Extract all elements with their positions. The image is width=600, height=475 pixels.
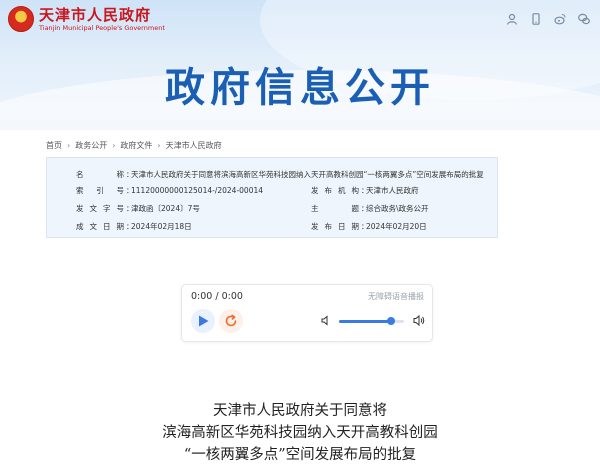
tts-label[interactable]: 无障碍语音播报: [368, 291, 424, 302]
volume-slider[interactable]: [339, 317, 404, 325]
info-value-index-no: 11120000000125014-/2024-00014: [131, 186, 264, 195]
info-value-topic: 综合政务\政务公开: [366, 204, 429, 213]
info-value-doc-no: 津政函〔2024〕7号: [131, 204, 200, 213]
breadcrumb-item-gov-affairs[interactable]: 政务公开: [75, 140, 107, 151]
info-value-published: 2024年02月20日: [366, 222, 427, 231]
info-label: 发布机构: [311, 186, 359, 195]
breadcrumb-home[interactable]: 首页: [46, 140, 62, 151]
info-label: 名称: [76, 170, 124, 179]
logo-text: 天津市人民政府 Tianjin Municipal People's Gover…: [39, 5, 165, 32]
mobile-icon[interactable]: [530, 10, 542, 25]
breadcrumb: 首页 › 政务公开 › 政府文件 › 天津市人民政府: [46, 140, 222, 151]
info-value-created: 2024年02月18日: [131, 222, 192, 231]
national-emblem-icon: [8, 6, 34, 32]
volume-high-icon[interactable]: [413, 314, 425, 327]
volume-slider-knob[interactable]: [387, 317, 395, 325]
loop-button[interactable]: [219, 309, 243, 333]
site-logo[interactable]: 天津市人民政府 Tianjin Municipal People's Gover…: [8, 6, 165, 32]
info-row-docno: 发文字号 ： 津政函〔2024〕7号 主题 ： 综合政务\政务公开: [47, 201, 497, 216]
loop-icon: [225, 314, 237, 327]
play-icon: [199, 315, 209, 327]
banner-bottom-strip: [0, 120, 600, 130]
info-value-publisher: 天津市人民政府: [366, 186, 419, 195]
document-title-line: “一核两翼多点”空间发展布局的批复: [183, 447, 417, 463]
document-title-line: 天津市人民政府关于同意将: [213, 403, 387, 419]
breadcrumb-item-gov-documents[interactable]: 政府文件: [120, 140, 152, 151]
wechat-icon[interactable]: [578, 10, 590, 25]
weibo-icon[interactable]: [554, 10, 566, 25]
info-label: 发文字号: [76, 204, 124, 213]
info-label: 成文日期: [76, 222, 124, 231]
info-label: 索引号: [76, 186, 124, 195]
info-row-name: 名称 ： 天津市人民政府关于同意将滨海高新区华苑科技园纳入天开高教科创园“一核两…: [47, 167, 497, 182]
info-row-dates: 成文日期 ： 2024年02月18日 发布日期 ： 2024年02月20日: [47, 219, 497, 234]
info-row-index: 索引号 ： 11120000000125014-/2024-00014 发布机构…: [47, 183, 497, 198]
header-banner: 天津市人民政府 Tianjin Municipal People's Gover…: [0, 0, 600, 130]
volume-slider-fill: [339, 320, 391, 323]
top-icon-bar: [506, 10, 590, 25]
document-info-table: 名称 ： 天津市人民政府关于同意将滨海高新区华苑科技园纳入天开高教科创园“一核两…: [46, 157, 498, 238]
audio-player: 0:00 / 0:00 无障碍语音播报: [181, 284, 433, 342]
info-label: 主题: [311, 204, 359, 213]
page: 天津市人民政府 Tianjin Municipal People's Gover…: [0, 0, 600, 475]
site-name-cn: 天津市人民政府: [39, 5, 152, 24]
user-icon[interactable]: [506, 10, 518, 25]
breadcrumb-separator: ›: [67, 141, 71, 150]
document-title: 天津市人民政府关于同意将 滨海高新区华苑科技园纳入天开高教科创园 “一核两翼多点…: [0, 400, 600, 466]
audio-time: 0:00 / 0:00: [191, 291, 243, 302]
volume-low-icon[interactable]: [321, 315, 331, 326]
breadcrumb-separator: ›: [112, 141, 116, 150]
document-title-line: 滨海高新区华苑科技园纳入天开高教科创园: [162, 425, 438, 441]
info-value-name: 天津市人民政府关于同意将滨海高新区华苑科技园纳入天开高教科创园“一核两翼多点”空…: [131, 170, 484, 179]
breadcrumb-separator: ›: [157, 141, 161, 150]
breadcrumb-item-municipal-gov[interactable]: 天津市人民政府: [166, 140, 222, 151]
info-label: 发布日期: [311, 222, 359, 231]
play-button[interactable]: [191, 309, 215, 333]
banner-title: 政府信息公开: [165, 65, 435, 111]
site-name-en: Tianjin Municipal People's Government: [39, 23, 165, 32]
